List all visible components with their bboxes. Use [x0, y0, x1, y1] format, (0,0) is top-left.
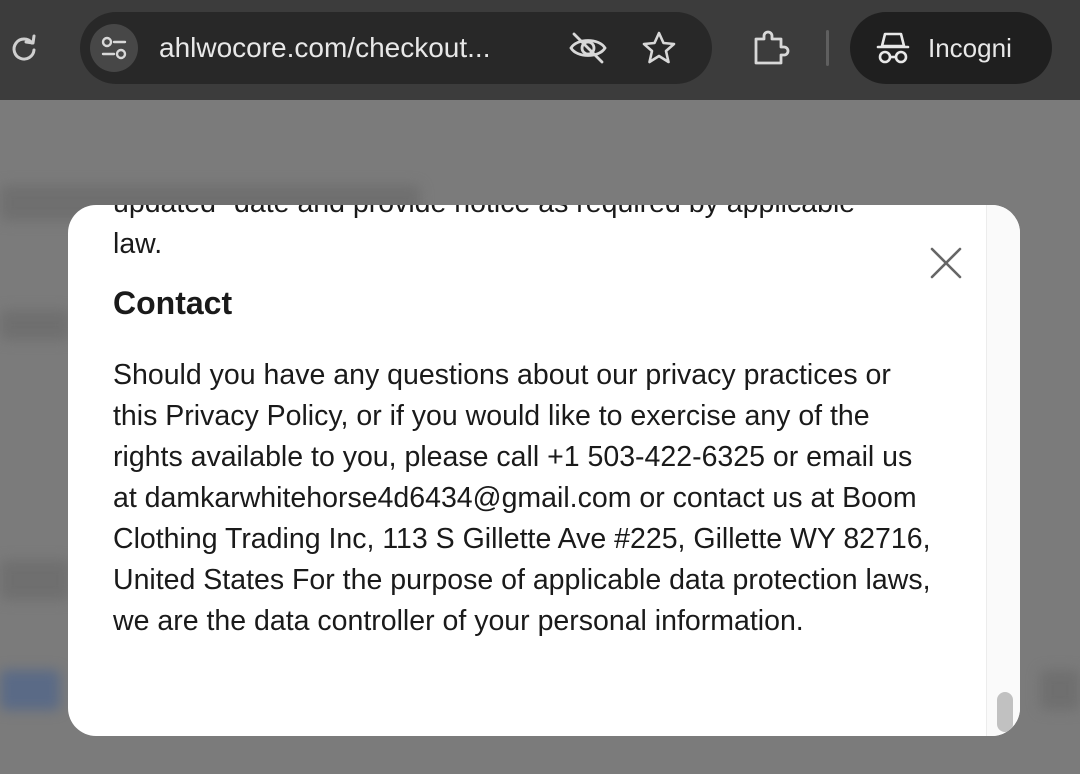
eye-off-icon[interactable] — [568, 30, 608, 66]
extensions-icon[interactable] — [750, 28, 790, 68]
scrollbar-thumb[interactable] — [997, 692, 1013, 732]
incognito-icon — [876, 30, 910, 66]
privacy-policy-modal: updated" date and provide notice as requ… — [68, 205, 1020, 736]
close-icon — [930, 247, 962, 279]
browser-toolbar: ahlwocore.com/checkout... Incogni — [0, 0, 1080, 100]
close-button[interactable] — [926, 243, 966, 283]
blurred-text — [1040, 670, 1080, 710]
url-text[interactable]: ahlwocore.com/checkout... — [159, 12, 491, 84]
incognito-label: Incogni — [928, 33, 1012, 63]
partial-text-line: updated" date and provide notice as requ… — [113, 205, 943, 224]
toolbar-separator — [826, 30, 829, 66]
modal-content: updated" date and provide notice as requ… — [113, 205, 943, 642]
blurred-text — [0, 310, 70, 340]
site-info-icon[interactable] — [90, 24, 138, 72]
reload-icon[interactable] — [4, 28, 44, 68]
star-icon[interactable] — [640, 30, 678, 66]
address-bar[interactable]: ahlwocore.com/checkout... — [80, 12, 712, 84]
blurred-text — [0, 560, 70, 600]
contact-heading: Contact — [113, 285, 233, 321]
incognito-profile-button[interactable]: Incogni — [850, 12, 1052, 84]
modal-scrollbar[interactable] — [986, 205, 1020, 736]
contact-paragraph: Should you have any questions about our … — [113, 359, 931, 637]
blurred-button — [0, 670, 60, 710]
previous-paragraph-end: law. — [113, 228, 163, 260]
